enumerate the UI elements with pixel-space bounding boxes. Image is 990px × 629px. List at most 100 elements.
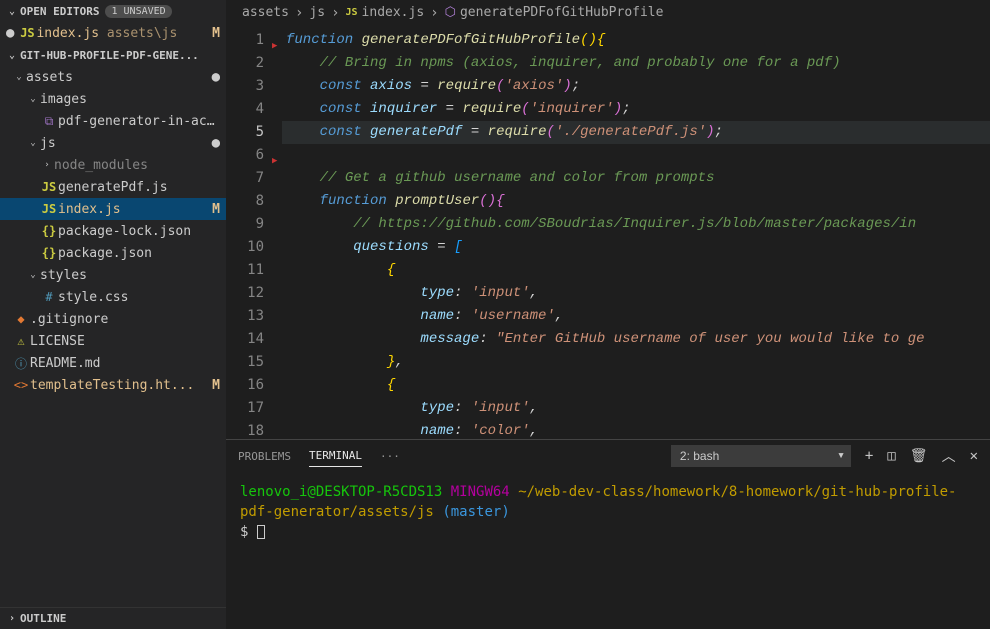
bottom-panel: PROBLEMS TERMINAL ··· 2: bash + ◫ 🗑 ︿ ✕ … [226,439,990,629]
line-number: 11 [226,259,264,282]
code-line[interactable]: function generatePDFofGitHubProfile(){ [282,29,990,52]
line-number: 8 [226,190,264,213]
file-name: style.css [58,290,220,305]
modified-dot-icon: ● [208,136,220,150]
unsaved-dot-icon[interactable]: ● [6,25,14,41]
file-icon: JS [40,202,58,216]
panel-tabs: PROBLEMS TERMINAL ··· 2: bash + ◫ 🗑 ︿ ✕ [226,440,990,472]
file-item[interactable]: JSindex.jsM [0,198,226,220]
tab-terminal[interactable]: TERMINAL [309,445,362,467]
trash-icon[interactable]: 🗑 [910,448,928,464]
chevron-right-icon: › [428,5,440,21]
chevron-up-icon[interactable]: ︿ [942,446,956,466]
code-line[interactable]: name: 'username', [282,305,990,328]
code-line[interactable]: // Get a github username and color from … [282,167,990,190]
file-name: .gitignore [30,312,220,327]
open-editors-title: OPEN EDITORS [20,5,99,18]
folder-name: assets [26,70,208,85]
folder-item[interactable]: ⌄styles [0,264,226,286]
new-terminal-icon[interactable]: + [865,448,873,464]
code-line[interactable]: type: 'input', [282,397,990,420]
outline-header[interactable]: › OUTLINE [0,607,226,629]
tab-more[interactable]: ··· [380,446,400,467]
folder-name: js [40,136,208,151]
panel-actions: 2: bash + ◫ 🗑 ︿ ✕ [671,445,978,467]
terminal-host: MINGW64 [451,484,510,500]
folder-item[interactable]: ⌄assets● [0,66,226,88]
code-line[interactable]: name: 'color', [282,420,990,439]
line-number: 16 [226,374,264,397]
terminal-user: lenovo_i@DESKTOP-R5CDS13 [240,484,442,500]
open-editors-header[interactable]: ⌄ OPEN EDITORS 1 UNSAVED [0,0,226,22]
chevron-right-icon: › [293,5,305,21]
chevron-down-icon: ⌄ [26,270,40,280]
code-line[interactable]: function promptUser(){ [282,190,990,213]
editor-area[interactable]: 123456789101112131415161718▶▶ function g… [226,25,990,439]
file-name: LICENSE [30,334,220,349]
code-line[interactable]: { [282,259,990,282]
file-name: README.md [30,356,220,371]
outline-title: OUTLINE [20,612,66,625]
terminal-branch: (master) [442,504,509,520]
line-number: 18 [226,420,264,439]
folder-item[interactable]: ⌄js● [0,132,226,154]
code-line[interactable]: type: 'input', [282,282,990,305]
open-editor-item[interactable]: ●JSindex.js assets\jsM [0,22,226,44]
code-line[interactable]: const generatePdf = require('./generateP… [282,121,990,144]
folder-name: node_modules [54,158,220,173]
chevron-right-icon: › [40,160,54,170]
open-editors-list: ●JSindex.js assets\jsM [0,22,226,44]
file-item[interactable]: ⓘREADME.md [0,352,226,374]
file-item[interactable]: ◆.gitignore [0,308,226,330]
file-tree: ⌄assets●⌄images⧉pdf-generator-in-acti...… [0,66,226,396]
file-item[interactable]: #style.css [0,286,226,308]
breadcrumb-item[interactable]: assets [242,5,289,20]
code-line[interactable]: }, [282,351,990,374]
main-area: assets › js › JS index.js › ⬡ generatePD… [226,0,990,629]
code-line[interactable]: { [282,374,990,397]
fold-arrow-icon[interactable]: ▶ [272,150,277,173]
file-icon: ⧉ [40,114,58,129]
modified-dot-icon: ● [208,70,220,84]
line-number: 6 [226,144,264,167]
file-name: package-lock.json [58,224,220,239]
file-item[interactable]: ⧉pdf-generator-in-acti... [0,110,226,132]
breadcrumb-item[interactable]: generatePDFofGitHubProfile [460,5,664,20]
unsaved-badge: 1 UNSAVED [105,5,171,18]
folder-item[interactable]: ›node_modules [0,154,226,176]
file-item[interactable]: ⚠LICENSE [0,330,226,352]
breadcrumb-item[interactable]: index.js [362,5,425,20]
close-icon[interactable]: ✕ [970,448,978,464]
terminal-content[interactable]: lenovo_i@DESKTOP-R5CDS13 MINGW64 ~/web-d… [226,472,990,629]
file-name: pdf-generator-in-acti... [58,114,220,129]
chevron-down-icon: ⌄ [12,72,26,82]
code-line[interactable]: const axios = require('axios'); [282,75,990,98]
terminal-select[interactable]: 2: bash [671,445,851,467]
breadcrumb-item[interactable]: js [309,5,325,20]
code-content[interactable]: function generatePDFofGitHubProfile(){ /… [282,25,990,439]
js-icon: JS [346,7,358,18]
code-line[interactable]: // Bring in npms (axios, inquirer, and p… [282,52,990,75]
fold-arrow-icon[interactable]: ▶ [272,35,277,58]
file-icon: ⓘ [12,355,30,372]
split-terminal-icon[interactable]: ◫ [887,448,895,464]
code-line[interactable]: // https://github.com/SBoudrias/Inquirer… [282,213,990,236]
file-icon: JS [40,180,58,194]
file-name: index.js assets\js [36,26,208,41]
code-line[interactable]: message: "Enter GitHub username of user … [282,328,990,351]
chevron-right-icon: › [329,5,341,21]
terminal-prompt: $ [240,524,248,540]
code-line[interactable]: const inquirer = require('inquirer'); [282,98,990,121]
file-item[interactable]: <>templateTesting.ht...M [0,374,226,396]
file-item[interactable]: JSgeneratePdf.js [0,176,226,198]
breadcrumb[interactable]: assets › js › JS index.js › ⬡ generatePD… [226,0,990,25]
tab-problems[interactable]: PROBLEMS [238,446,291,467]
code-line[interactable]: questions = [ [282,236,990,259]
file-item[interactable]: {}package.json [0,242,226,264]
code-line[interactable] [282,144,990,167]
project-header[interactable]: ⌄ GIT-HUB-PROFILE-PDF-GENE... [0,44,226,66]
file-icon: {} [40,224,58,238]
line-number: 9 [226,213,264,236]
file-item[interactable]: {}package-lock.json [0,220,226,242]
folder-item[interactable]: ⌄images [0,88,226,110]
